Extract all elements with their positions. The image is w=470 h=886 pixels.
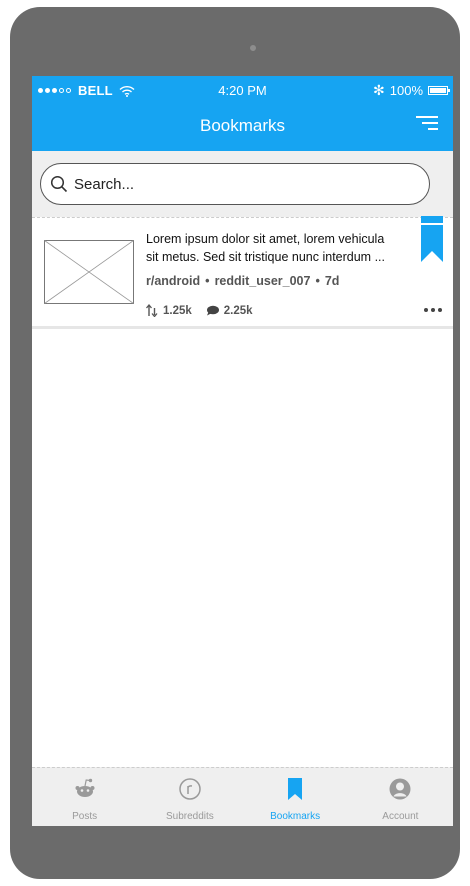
search-input[interactable] [74, 170, 414, 198]
bookmark-icon [288, 778, 303, 800]
status-bar: BELL 4:20 PM ✻ 100% [32, 76, 453, 103]
sort-icon[interactable] [416, 116, 438, 132]
post-age: 7d [324, 274, 340, 288]
search-bar [32, 151, 453, 217]
status-right: ✻ 100% [373, 82, 450, 98]
meta-separator: • [315, 274, 320, 288]
page-title: Bookmarks [199, 116, 286, 135]
comment-count: 2.25k [223, 304, 253, 317]
search-icon [50, 175, 68, 193]
post-title-line-2: sit metus. Sed sit tristique nunc interd… [146, 250, 385, 264]
search-box[interactable] [40, 163, 430, 205]
reddit-alien-icon [75, 778, 95, 797]
post-title-line-1: Lorem ipsum dolor sit amet, lorem vehicu… [146, 232, 385, 246]
subreddit-r-icon [179, 778, 201, 800]
comment-stat[interactable]: 2.25k [206, 305, 253, 317]
post-thumbnail-placeholder [44, 240, 134, 304]
more-options-icon[interactable] [424, 308, 442, 312]
battery-percent: 100% [389, 83, 423, 98]
account-icon [389, 778, 411, 800]
bottom-tab-bar: Posts Subreddits Bookmarks Account [32, 767, 453, 826]
battery-icon [428, 86, 450, 95]
vote-arrows-icon [146, 304, 158, 317]
bookmark-icon[interactable] [421, 216, 443, 262]
bluetooth-icon: ✻ [373, 82, 385, 98]
tab-account[interactable]: Account [348, 768, 453, 826]
tab-posts[interactable]: Posts [32, 768, 137, 826]
camera-dot [250, 45, 256, 51]
vote-count: 1.25k [163, 304, 192, 317]
tab-label: Posts [72, 811, 98, 822]
meta-separator: • [205, 274, 210, 288]
post-meta: r/android • reddit_user_007 • 7d [146, 274, 339, 288]
comment-icon [206, 305, 219, 316]
post-subreddit[interactable]: r/android [146, 274, 200, 288]
post-title[interactable]: Lorem ipsum dolor sit amet, lorem vehicu… [146, 230, 414, 266]
bookmark-post-card[interactable]: Lorem ipsum dolor sit amet, lorem vehicu… [32, 216, 453, 329]
app-screen: BELL 4:20 PM ✻ 100% Bookmarks Search... … [32, 76, 453, 826]
tab-bookmarks[interactable]: Bookmarks [243, 768, 348, 826]
tab-subreddits[interactable]: Subreddits [137, 768, 242, 826]
tab-label: Account [382, 811, 419, 822]
post-stats: 1.25k 2.25k [146, 304, 267, 317]
app-header: BELL 4:20 PM ✻ 100% Bookmarks [32, 76, 453, 151]
tab-label: Subreddits [165, 811, 214, 822]
tab-label: Bookmarks [270, 811, 321, 822]
vote-stat[interactable]: 1.25k [146, 304, 192, 317]
post-author[interactable]: reddit_user_007 [215, 274, 311, 288]
bookmark-list: Lorem ipsum dolor sit amet, lorem vehicu… [32, 216, 453, 767]
